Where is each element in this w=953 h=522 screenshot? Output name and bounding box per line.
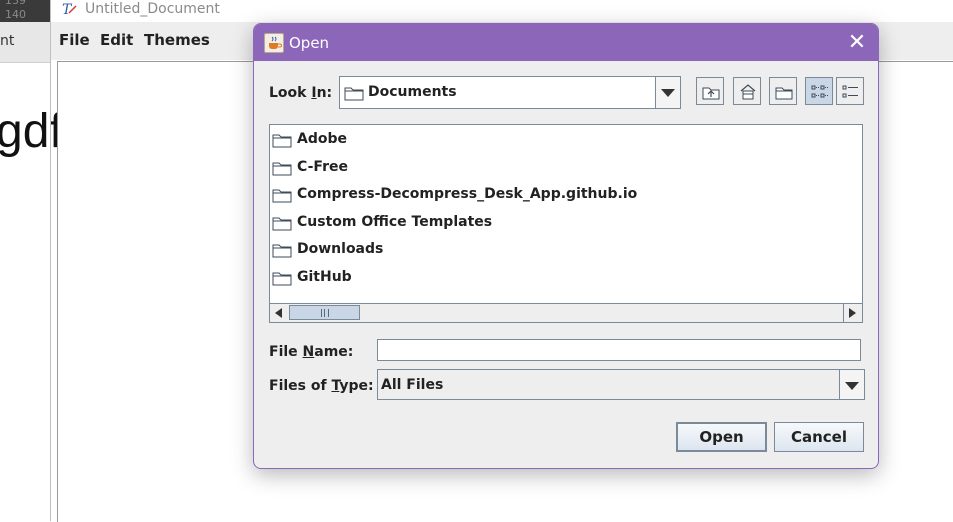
java-cup-icon: [264, 33, 284, 53]
line-number: 139: [5, 0, 26, 7]
scroll-right-button[interactable]: [843, 304, 862, 322]
details-view-button[interactable]: [836, 77, 864, 105]
up-one-level-button[interactable]: [696, 77, 724, 105]
file-name-input[interactable]: [377, 339, 861, 361]
dialog-title: Open: [289, 34, 330, 52]
background-menubar: nt: [0, 22, 50, 63]
list-view-icon: [811, 85, 828, 98]
scrollbar-thumb[interactable]: [289, 305, 360, 320]
editor-title: Untitled_Document: [85, 1, 220, 17]
look-in-label: Look In:: [269, 85, 333, 101]
window-divider: [50, 0, 51, 521]
background-menu-fragment: nt: [0, 33, 15, 49]
file-name: Downloads: [297, 241, 384, 257]
look-in-dropdown-arrow[interactable]: [655, 77, 680, 108]
open-button[interactable]: Open: [676, 422, 767, 452]
chevron-down-icon: [661, 89, 675, 97]
grip-icon: [321, 309, 329, 317]
file-list[interactable]: Adobe C-Free Compress-Decompress_Desk_Ap…: [269, 124, 863, 323]
app-logo-icon: T: [61, 1, 77, 17]
line-number: 140: [5, 8, 26, 21]
files-of-type-value: All Files: [381, 377, 444, 393]
arrow-right-icon: [849, 308, 856, 318]
background-text-fragment: gdf: [0, 105, 63, 158]
line-number-gutter: 139 140: [0, 0, 50, 22]
files-of-type-label: Files of Type:: [269, 378, 374, 394]
horizontal-scrollbar[interactable]: [270, 303, 862, 322]
folder-icon: [272, 244, 292, 258]
files-of-type-dropdown-arrow[interactable]: [839, 370, 864, 399]
folder-icon: [344, 87, 364, 101]
folder-icon: [272, 162, 292, 176]
file-name: GitHub: [297, 269, 352, 285]
open-dialog: Open ✕ Look In: Documents Adobe C-Free C…: [253, 23, 879, 469]
background-left-window: [0, 0, 50, 521]
up-folder-icon: [702, 87, 720, 100]
file-name: Custom Office Templates: [297, 214, 493, 230]
menu-themes[interactable]: Themes: [144, 31, 210, 49]
close-button[interactable]: ✕: [844, 30, 870, 56]
file-name: C-Free: [297, 159, 348, 175]
dialog-titlebar: Open ✕: [254, 24, 878, 61]
cancel-button[interactable]: Cancel: [774, 422, 864, 452]
look-in-combobox[interactable]: Documents: [339, 76, 681, 109]
new-folder-icon: [775, 87, 793, 100]
editor-titlebar: T Untitled_Document: [51, 0, 953, 22]
file-name: Adobe: [297, 131, 347, 147]
new-folder-button[interactable]: [769, 77, 797, 105]
look-in-value: Documents: [368, 84, 457, 100]
folder-icon: [272, 217, 292, 231]
details-view-icon: [842, 85, 858, 98]
arrow-left-icon: [275, 308, 282, 318]
menu-edit[interactable]: Edit: [100, 31, 133, 49]
home-button[interactable]: [733, 77, 761, 105]
folder-icon: [272, 134, 292, 148]
menu-file[interactable]: File: [59, 31, 90, 49]
file-name: Compress-Decompress_Desk_App.github.io: [297, 186, 638, 202]
chevron-down-icon: [845, 382, 859, 390]
folder-icon: [272, 272, 292, 286]
files-of-type-combobox[interactable]: All Files: [377, 369, 865, 400]
folder-icon: [272, 189, 292, 203]
home-icon: [740, 84, 756, 100]
list-view-button[interactable]: [805, 77, 833, 105]
close-icon: ✕: [847, 30, 867, 55]
scroll-left-button[interactable]: [270, 304, 288, 322]
file-name-label: File Name:: [269, 344, 354, 360]
